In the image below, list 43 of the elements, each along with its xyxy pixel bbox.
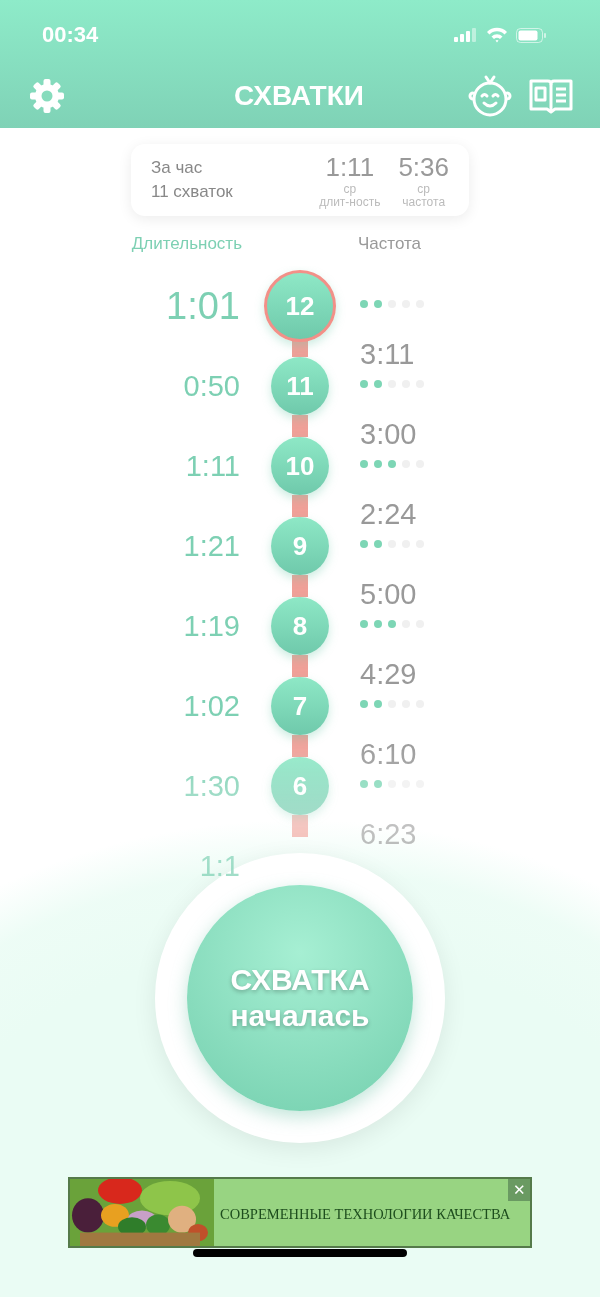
contraction-number[interactable]: 7 (271, 677, 329, 735)
stat-label: частота (402, 195, 446, 209)
contraction-number[interactable]: 6 (271, 757, 329, 815)
ad-text[interactable]: СОВРЕМЕННЫЕ ТЕХНОЛОГИИ КАЧЕСТВА (220, 1206, 511, 1223)
frequency-value: 6:23 (360, 817, 417, 852)
summary-count: 11 схваток (151, 182, 234, 202)
baby-face-icon[interactable] (468, 74, 512, 118)
stat-unit: ср (417, 182, 431, 196)
close-button[interactable]: ✕ (508, 1179, 530, 1201)
duration-value: 1:21 (182, 529, 240, 563)
frequency-value: 4:29 (360, 657, 417, 692)
column-heading[interactable]: Частота (358, 234, 600, 254)
frequency-value: 5:00 (360, 577, 417, 612)
contraction-number[interactable]: 10 (271, 437, 329, 495)
signal-icon (454, 28, 478, 42)
stat-value: 1:11 (325, 151, 375, 183)
stat-value: 5:36 (398, 151, 449, 183)
duration-value: 1:1 (198, 849, 240, 883)
column-heading[interactable]: Длительность (0, 234, 242, 254)
stat-label: длит-ность (319, 195, 381, 209)
summary-period: За час (151, 158, 204, 178)
frequency-value: 3:11 (360, 337, 415, 372)
stat-unit: ср (343, 182, 357, 196)
duration-value: 0:50 (182, 369, 240, 403)
duration-value: 1:11 (184, 449, 240, 483)
duration-value: 1:01 (165, 284, 240, 328)
settings-icon[interactable] (28, 77, 66, 115)
contraction-number[interactable]: 9 (271, 517, 329, 575)
contraction-number[interactable]: 8 (271, 597, 329, 655)
battery-icon (516, 27, 546, 43)
duration-value: 1:19 (182, 609, 240, 643)
contraction-start-button[interactable]: СХВАТКА началась (187, 885, 413, 1111)
screen-title: СХВАТКИ (234, 80, 364, 112)
frequency-value: 2:24 (360, 497, 417, 532)
contraction-number[interactable]: 11 (271, 357, 329, 415)
frequency-value: 6:10 (360, 737, 417, 772)
duration-value: 1:02 (182, 689, 240, 723)
duration-value: 1:30 (182, 769, 240, 803)
wifi-icon (486, 27, 508, 43)
status-time: 00:34 (42, 22, 99, 48)
frequency-value: 3:00 (360, 417, 417, 452)
ad-banner[interactable]: СОВРЕМЕННЫЕ ТЕХНОЛОГИИ КАЧЕСТВА ✕ (68, 1177, 532, 1248)
contraction-number[interactable]: 12 (264, 270, 336, 342)
